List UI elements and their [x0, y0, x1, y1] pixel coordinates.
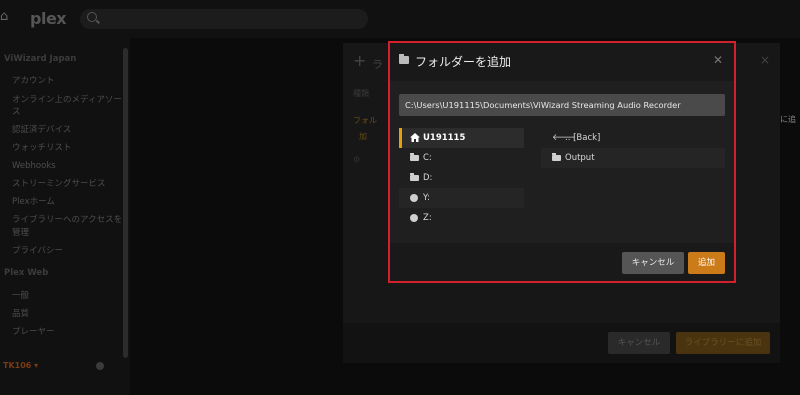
sidebar-item-online-media[interactable]: オンライン上のメディアソー	[12, 94, 122, 106]
sidebar-item-privacy[interactable]: プライバシー	[12, 245, 63, 257]
search-input[interactable]	[80, 9, 368, 29]
plex-logo[interactable]: plex	[30, 9, 67, 28]
drive-label: Y:	[423, 193, 430, 203]
server-status-icon	[96, 362, 104, 370]
sidebar-section-plex-web: Plex Web	[4, 268, 49, 278]
sidebar-item-streaming[interactable]: ストリーミングサービス	[12, 178, 106, 190]
folder-icon	[410, 153, 419, 161]
add-folders-step[interactable]: フォル	[353, 115, 377, 126]
plus-icon: +	[353, 51, 367, 70]
drive-label: U191115	[423, 133, 466, 143]
search-icon	[87, 12, 97, 22]
folder-add-icon	[399, 54, 409, 64]
add-library-cancel-button[interactable]: キャンセル	[608, 332, 670, 354]
close-icon[interactable]: ✕	[713, 53, 723, 67]
advanced-step-icon[interactable]: ⚙	[353, 155, 360, 164]
sidebar-item-general[interactable]: 一般	[12, 290, 29, 302]
add-folder-title: フォルダーを追加	[415, 55, 512, 69]
drive-list: U191115 C: D: Y: Z:	[399, 128, 524, 228]
list-item[interactable]: Z:	[399, 208, 524, 228]
folder-path-input[interactable]: C:\Users\U191115\Documents\ViWizard Stre…	[399, 94, 725, 116]
drive-label: C:	[423, 153, 432, 163]
sidebar-item-plex-home[interactable]: Plexホーム	[12, 196, 55, 208]
close-icon[interactable]: ×	[760, 53, 770, 67]
sidebar-item-player[interactable]: プレーヤー	[12, 326, 55, 338]
sidebar-item-account[interactable]: アカウント	[12, 75, 55, 87]
library-type-step[interactable]: 種類	[353, 88, 369, 99]
folder-icon	[410, 173, 419, 181]
sidebar-item-quality[interactable]: 品質	[12, 308, 29, 320]
sidebar-item-watchlist[interactable]: ウォッチリスト	[12, 142, 72, 154]
sidebar-item-webhooks[interactable]: Webhooks	[12, 160, 56, 172]
sidebar-item-online-media-cont[interactable]: ス	[12, 106, 21, 118]
add-folders-step-cont: 加	[359, 132, 367, 141]
folder-list: 🡐 .. [Back] Output	[541, 128, 725, 168]
list-item[interactable]: Output	[541, 148, 725, 168]
list-item[interactable]: U191115	[399, 128, 524, 148]
sidebar-item-devices[interactable]: 認証済デバイス	[12, 124, 71, 136]
sidebar-item-library-access-cont[interactable]: 管理	[12, 227, 29, 239]
arrow-left-icon: 🡐	[552, 133, 577, 143]
home-icon[interactable]: ⌂	[0, 9, 14, 25]
sidebar-scrollbar[interactable]	[123, 48, 128, 358]
top-bar: ⌂ plex	[0, 0, 800, 38]
cancel-button[interactable]: キャンセル	[622, 252, 684, 274]
globe-icon	[410, 214, 418, 222]
drive-label: D:	[423, 173, 433, 183]
add-folder-header: フォルダーを追加 ✕	[390, 43, 734, 81]
globe-icon	[410, 194, 418, 202]
add-folder-dialog: フォルダーを追加 ✕ C:\Users\U191115\Documents\Vi…	[388, 41, 736, 283]
sidebar-section-title: ViWizard Japan	[4, 54, 77, 64]
list-item[interactable]: Y:	[399, 188, 524, 208]
list-item[interactable]: 🡐 .. [Back]	[541, 128, 725, 148]
list-item[interactable]: C:	[399, 148, 524, 168]
folder-icon	[552, 153, 561, 161]
sidebar-item-library-access[interactable]: ライブラリーへのアクセスを	[12, 214, 122, 226]
folder-label: Output	[565, 153, 595, 163]
add-button[interactable]: 追加	[688, 252, 725, 274]
add-library-submit-button[interactable]: ライブラリーに追加	[676, 332, 770, 354]
list-item[interactable]: D:	[399, 168, 524, 188]
add-library-title: ラ	[372, 58, 383, 71]
truncated-side-text: に追	[780, 115, 796, 124]
server-selector[interactable]: TK106 ▾	[3, 361, 38, 370]
home-icon	[410, 133, 420, 142]
drive-label: Z:	[423, 213, 432, 223]
